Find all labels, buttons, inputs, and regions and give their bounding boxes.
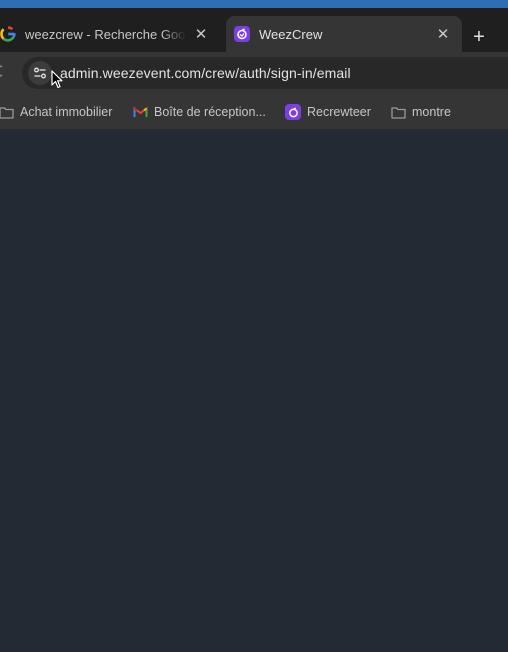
weezcrew-icon bbox=[285, 104, 301, 120]
tab-strip: weezcrew - Recherche Google ✕ WeezCrew ✕… bbox=[0, 8, 508, 52]
bookmark-montre[interactable]: montre bbox=[390, 103, 451, 121]
tab-weezcrew[interactable]: WeezCrew ✕ bbox=[226, 16, 462, 52]
close-icon[interactable]: ✕ bbox=[434, 25, 452, 43]
mouse-pointer-icon bbox=[51, 70, 63, 94]
bookmark-achat-immobilier[interactable]: Achat immobilier bbox=[0, 103, 112, 121]
bookmark-label: montre bbox=[412, 105, 451, 119]
window-top-edge bbox=[0, 0, 508, 8]
folder-icon bbox=[0, 104, 14, 120]
bookmark-gmail[interactable]: Boîte de réception... bbox=[132, 103, 266, 121]
folder-icon bbox=[390, 104, 406, 120]
weezcrew-icon bbox=[234, 26, 250, 42]
site-settings-icon[interactable] bbox=[28, 61, 52, 85]
plus-icon[interactable]: + bbox=[468, 26, 490, 48]
bookmark-recrewteer[interactable]: Recrewteer bbox=[285, 103, 371, 121]
url-text: admin.weezevent.com/crew/auth/sign-in/em… bbox=[60, 65, 351, 81]
tab-google-search[interactable]: weezcrew - Recherche Google ✕ bbox=[0, 16, 220, 52]
tab-title: weezcrew - Recherche Google bbox=[25, 26, 186, 42]
bookmarks-bar: Achat immobilier Boîte de réception... R… bbox=[0, 94, 508, 130]
close-icon[interactable]: ✕ bbox=[192, 25, 210, 43]
google-icon bbox=[0, 26, 16, 42]
bookmark-label: Boîte de réception... bbox=[154, 105, 266, 119]
bookmark-label: Achat immobilier bbox=[20, 105, 113, 119]
bookmark-label: Recrewteer bbox=[307, 105, 371, 119]
reload-icon[interactable] bbox=[0, 64, 8, 80]
address-bar[interactable]: admin.weezevent.com/crew/auth/sign-in/em… bbox=[22, 57, 508, 89]
tab-title: WeezCrew bbox=[259, 26, 323, 42]
browser-toolbar: admin.weezevent.com/crew/auth/sign-in/em… bbox=[0, 52, 508, 94]
page-content-area bbox=[0, 130, 508, 652]
gmail-icon bbox=[132, 104, 148, 120]
